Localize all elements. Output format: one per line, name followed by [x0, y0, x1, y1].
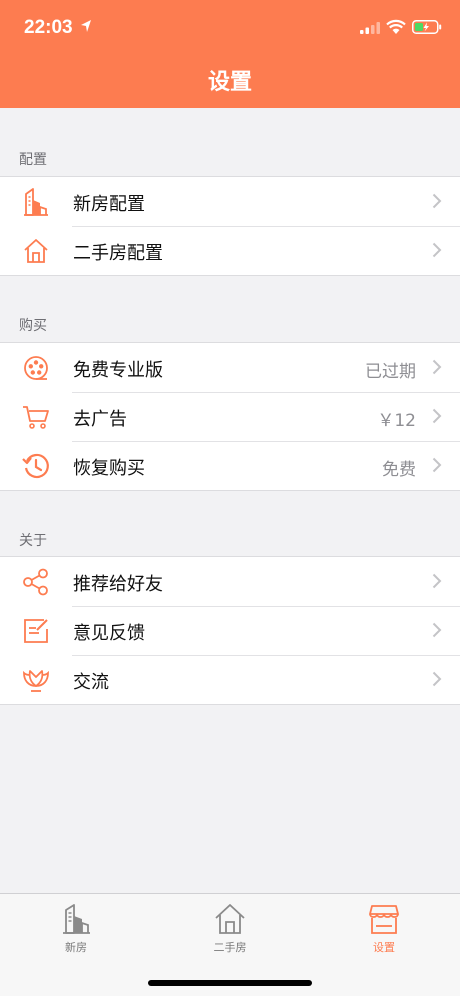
community-row[interactable]: 交流 — [0, 655, 460, 704]
row-label: 意见反馈 — [73, 623, 145, 644]
row-label: 去广告 — [73, 409, 127, 430]
chevron-right-icon — [432, 193, 442, 209]
tab-label: 新房 — [65, 941, 87, 954]
chevron-right-icon — [432, 359, 442, 375]
chevron-right-icon — [432, 671, 442, 687]
chevron-right-icon — [432, 573, 442, 589]
section-header-about: 关于 — [19, 533, 47, 549]
page-title: 设置 — [207, 70, 252, 95]
tab-settings[interactable]: 设置 — [339, 902, 429, 955]
section-header-config: 配置 — [19, 152, 47, 168]
new-house-config-row[interactable]: 新房配置 — [0, 177, 460, 226]
restore-icon — [22, 453, 49, 479]
share-icon — [23, 568, 48, 596]
settings-group-about: 推荐给好友 意见反馈 交流 — [0, 556, 460, 705]
signal-icon — [360, 22, 380, 34]
row-label: 交流 — [73, 672, 109, 693]
row-value: 已过期 — [365, 362, 416, 382]
lotus-icon — [23, 670, 49, 692]
location-arrow-icon — [81, 20, 91, 32]
row-label: 推荐给好友 — [73, 574, 163, 595]
tab-second-hand[interactable]: 二手房 — [185, 902, 275, 955]
restore-purchase-row[interactable]: 恢复购买 免费 — [0, 441, 460, 490]
settings-group-config: 新房配置 二手房配置 — [0, 176, 460, 276]
nav-header: 22:03 设置 — [0, 0, 460, 108]
section-header-purchase: 购买 — [19, 318, 47, 334]
second-hand-config-row[interactable]: 二手房配置 — [0, 226, 460, 275]
battery-charging-icon — [412, 20, 442, 34]
row-label: 新房配置 — [73, 194, 145, 215]
row-value: 免费 — [382, 460, 416, 480]
feedback-row[interactable]: 意见反馈 — [0, 606, 460, 655]
status-time: 22:03 — [24, 17, 73, 38]
home-indicator — [148, 980, 312, 986]
tab-new-house[interactable]: 新房 — [31, 902, 121, 955]
feedback-icon — [24, 619, 48, 643]
row-label: 恢复购买 — [73, 458, 145, 479]
chevron-right-icon — [432, 408, 442, 424]
chevron-right-icon — [432, 242, 442, 258]
house-icon — [24, 239, 48, 263]
house-icon — [215, 904, 245, 934]
chevron-right-icon — [432, 622, 442, 638]
wifi-icon — [386, 19, 406, 34]
remove-ads-row[interactable]: 去广告 ￥12 — [0, 392, 460, 441]
row-value: ￥12 — [377, 411, 416, 431]
row-label: 免费专业版 — [73, 360, 163, 381]
settings-group-purchase: 免费专业版 已过期 去广告 ￥12 恢复购买 免费 — [0, 342, 460, 491]
cart-icon — [23, 406, 49, 429]
building-icon — [24, 188, 48, 216]
free-pro-row[interactable]: 免费专业版 已过期 — [0, 343, 460, 392]
building-icon — [63, 904, 90, 934]
chevron-right-icon — [432, 457, 442, 473]
film-reel-icon — [24, 356, 48, 380]
store-icon — [369, 905, 399, 934]
tab-label: 设置 — [373, 941, 395, 954]
tab-label: 二手房 — [213, 941, 247, 954]
row-label: 二手房配置 — [73, 243, 163, 264]
share-friends-row[interactable]: 推荐给好友 — [0, 557, 460, 606]
